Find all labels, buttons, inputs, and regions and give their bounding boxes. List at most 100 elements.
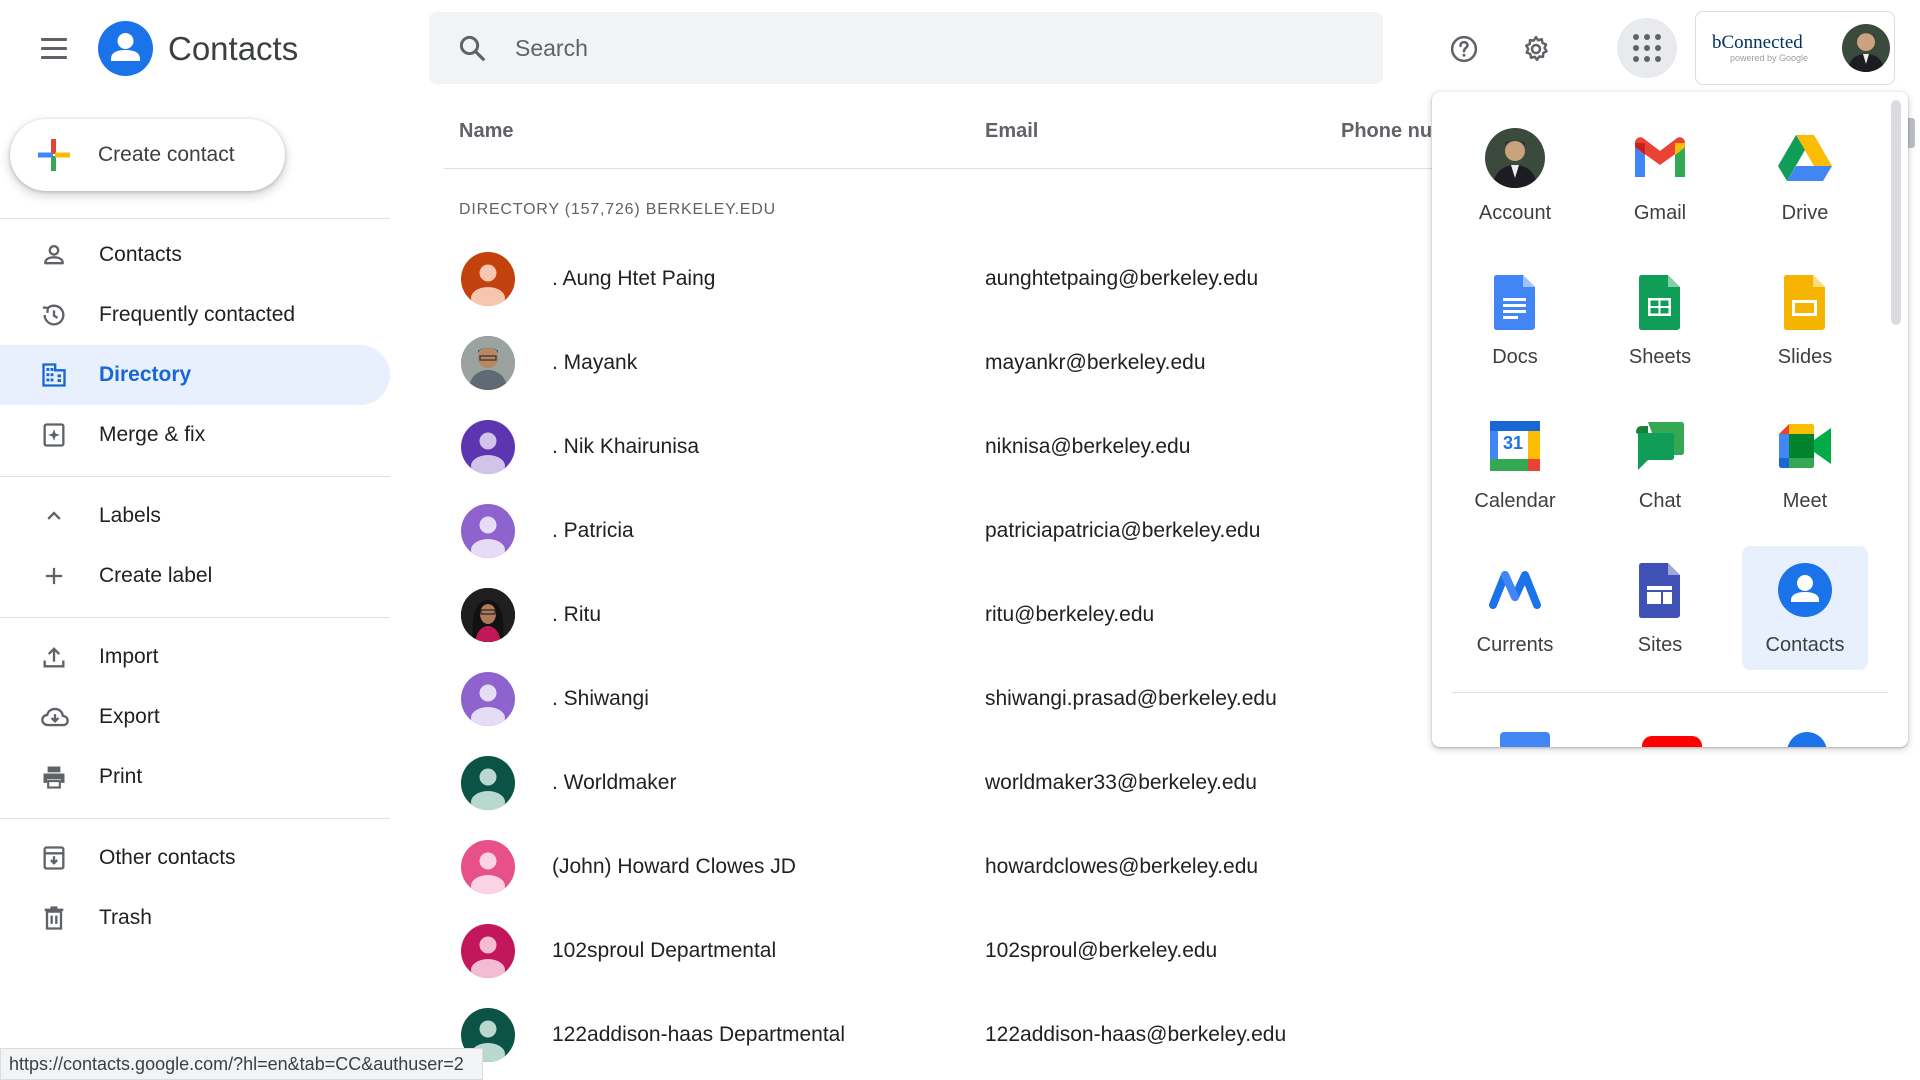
app-label: Docs [1492, 346, 1538, 368]
column-header-phone[interactable]: Phone nu [1341, 120, 1432, 143]
contact-row[interactable]: . Patricia patriciapatricia@berkeley.edu [444, 489, 1444, 573]
app-chat[interactable]: Chat [1597, 402, 1723, 526]
contact-row[interactable]: . Worldmaker worldmaker33@berkeley.edu [444, 741, 1444, 825]
contact-avatar [461, 252, 515, 306]
contact-row[interactable]: 122addison-haas Departmental 122addison-… [444, 993, 1444, 1077]
contact-email: niknisa@berkeley.edu [985, 435, 1191, 458]
contact-avatar [461, 840, 515, 894]
contact-email: ritu@berkeley.edu [985, 603, 1155, 626]
cloud-download-icon [40, 702, 94, 732]
column-header-email[interactable]: Email [985, 120, 1038, 143]
app-label: Contacts [1765, 634, 1845, 656]
sidebar-item-label: Print [99, 765, 143, 788]
search-bar[interactable] [429, 12, 1383, 84]
sidebar-item-directory[interactable]: Directory [0, 345, 390, 405]
contact-name: 122addison-haas Departmental [552, 1023, 846, 1046]
account-switcher[interactable]: bConnected powered by Google [1695, 11, 1895, 85]
app-label: Sites [1637, 634, 1683, 656]
app-label: Gmail [1633, 202, 1687, 224]
app-label: Currents [1476, 634, 1554, 656]
account-avatar[interactable] [1842, 24, 1890, 72]
contacts-icon [1775, 560, 1835, 620]
apps-panel-scrollbar[interactable] [1891, 100, 1901, 325]
app-gmail[interactable]: Gmail [1597, 114, 1723, 238]
app-currents[interactable]: Currents [1452, 546, 1578, 670]
create-contact-label: Create contact [98, 143, 235, 166]
sidebar-item-contacts[interactable]: Contacts [0, 225, 390, 285]
archive-icon [40, 843, 94, 873]
link-status-bar: https://contacts.google.com/?hl=en&tab=C… [0, 1048, 483, 1080]
app-label: Calendar [1474, 490, 1556, 512]
sidebar-item-create-label[interactable]: Create label [0, 546, 390, 606]
contact-row[interactable]: . Ritu ritu@berkeley.edu [444, 573, 1444, 657]
contact-email: patriciapatricia@berkeley.edu [985, 519, 1261, 542]
header-divider [444, 168, 1444, 169]
search-icon[interactable] [429, 33, 515, 63]
calendar-icon: 31 [1485, 416, 1545, 476]
sidebar-item-import[interactable]: Import [0, 627, 390, 687]
contact-row[interactable]: (John) Howard Clowes JD howardclowes@ber… [444, 825, 1444, 909]
contact-photo-avatar [461, 588, 515, 642]
app-title[interactable]: Contacts [168, 31, 298, 67]
person-icon [40, 240, 94, 270]
app-label: Drive [1781, 202, 1829, 224]
sidebar-item-labels[interactable]: Labels [0, 486, 390, 546]
help-icon[interactable] [1440, 25, 1488, 73]
contact-photo-avatar [461, 336, 515, 390]
sidebar-item-merge-fix[interactable]: Merge & fix [0, 405, 390, 465]
app-contacts[interactable]: Contacts [1742, 546, 1868, 670]
hamburger-icon [41, 35, 67, 62]
app-sites[interactable]: Sites [1597, 546, 1723, 670]
app-meet[interactable]: Meet [1742, 402, 1868, 526]
currents-icon [1485, 560, 1545, 620]
contact-row[interactable]: . Shiwangi shiwangi.prasad@berkeley.edu [444, 657, 1444, 741]
more-app-icon-partial [1787, 732, 1827, 747]
sidebar-item-other-contacts[interactable]: Other contacts [0, 828, 390, 888]
sidebar-item-print[interactable]: Print [0, 747, 390, 807]
meet-icon [1775, 416, 1835, 476]
search-input[interactable] [515, 34, 1315, 62]
app-calendar[interactable]: 31 Calendar [1452, 402, 1578, 526]
contact-name: . Aung Htet Paing [552, 267, 716, 290]
app-header: Contacts bConnected powered by Google [0, 0, 1920, 98]
directory-section-label: DIRECTORY (157,726) BERKELEY.EDU [459, 201, 776, 218]
contact-row[interactable]: . Aung Htet Paing aunghtetpaing@berkeley… [444, 237, 1444, 321]
app-sheets[interactable]: Sheets [1597, 258, 1723, 382]
column-header-name[interactable]: Name [459, 120, 513, 143]
apps-panel-divider [1452, 692, 1888, 693]
contact-avatar [461, 756, 515, 810]
contact-name: (John) Howard Clowes JD [552, 855, 796, 878]
sheets-icon [1630, 272, 1690, 332]
app-slides[interactable]: Slides [1742, 258, 1868, 382]
gmail-icon [1630, 128, 1690, 188]
contact-name: . Shiwangi [552, 687, 649, 710]
sidebar-item-label: Trash [99, 906, 152, 929]
contact-row[interactable]: . Nik Khairunisa niknisa@berkeley.edu [444, 405, 1444, 489]
app-drive[interactable]: Drive [1742, 114, 1868, 238]
sidebar-divider [0, 818, 390, 819]
sidebar-divider [0, 617, 390, 618]
sidebar-item-label: Import [99, 645, 159, 668]
sidebar-item-trash[interactable]: Trash [0, 888, 390, 948]
sidebar-item-frequently-contacted[interactable]: Frequently contacted [0, 285, 390, 345]
sidebar-item-label: Directory [99, 363, 192, 386]
contact-name: . Mayank [552, 351, 638, 374]
more-app-icon-partial [1500, 732, 1550, 747]
app-account[interactable]: Account [1452, 114, 1578, 238]
merge-icon [40, 420, 94, 450]
app-docs[interactable]: Docs [1452, 258, 1578, 382]
drive-icon [1775, 128, 1835, 188]
main-menu-button[interactable] [31, 28, 77, 68]
app-label: Account [1478, 202, 1552, 224]
printer-icon [40, 762, 94, 792]
bconnected-logo: bConnected powered by Google [1712, 33, 1824, 64]
brand-sub: powered by Google [1730, 53, 1809, 63]
sidebar-item-export[interactable]: Export [0, 687, 390, 747]
sidebar-item-label: Contacts [99, 243, 182, 266]
youtube-icon-partial [1642, 736, 1702, 747]
contact-row[interactable]: 102sproul Departmental 102sproul@berkele… [444, 909, 1444, 993]
contact-row[interactable]: . Mayank mayankr@berkeley.edu [444, 321, 1444, 405]
create-contact-button[interactable]: Create contact [10, 119, 285, 191]
settings-gear-icon[interactable] [1512, 25, 1560, 73]
google-apps-button[interactable] [1617, 18, 1677, 78]
